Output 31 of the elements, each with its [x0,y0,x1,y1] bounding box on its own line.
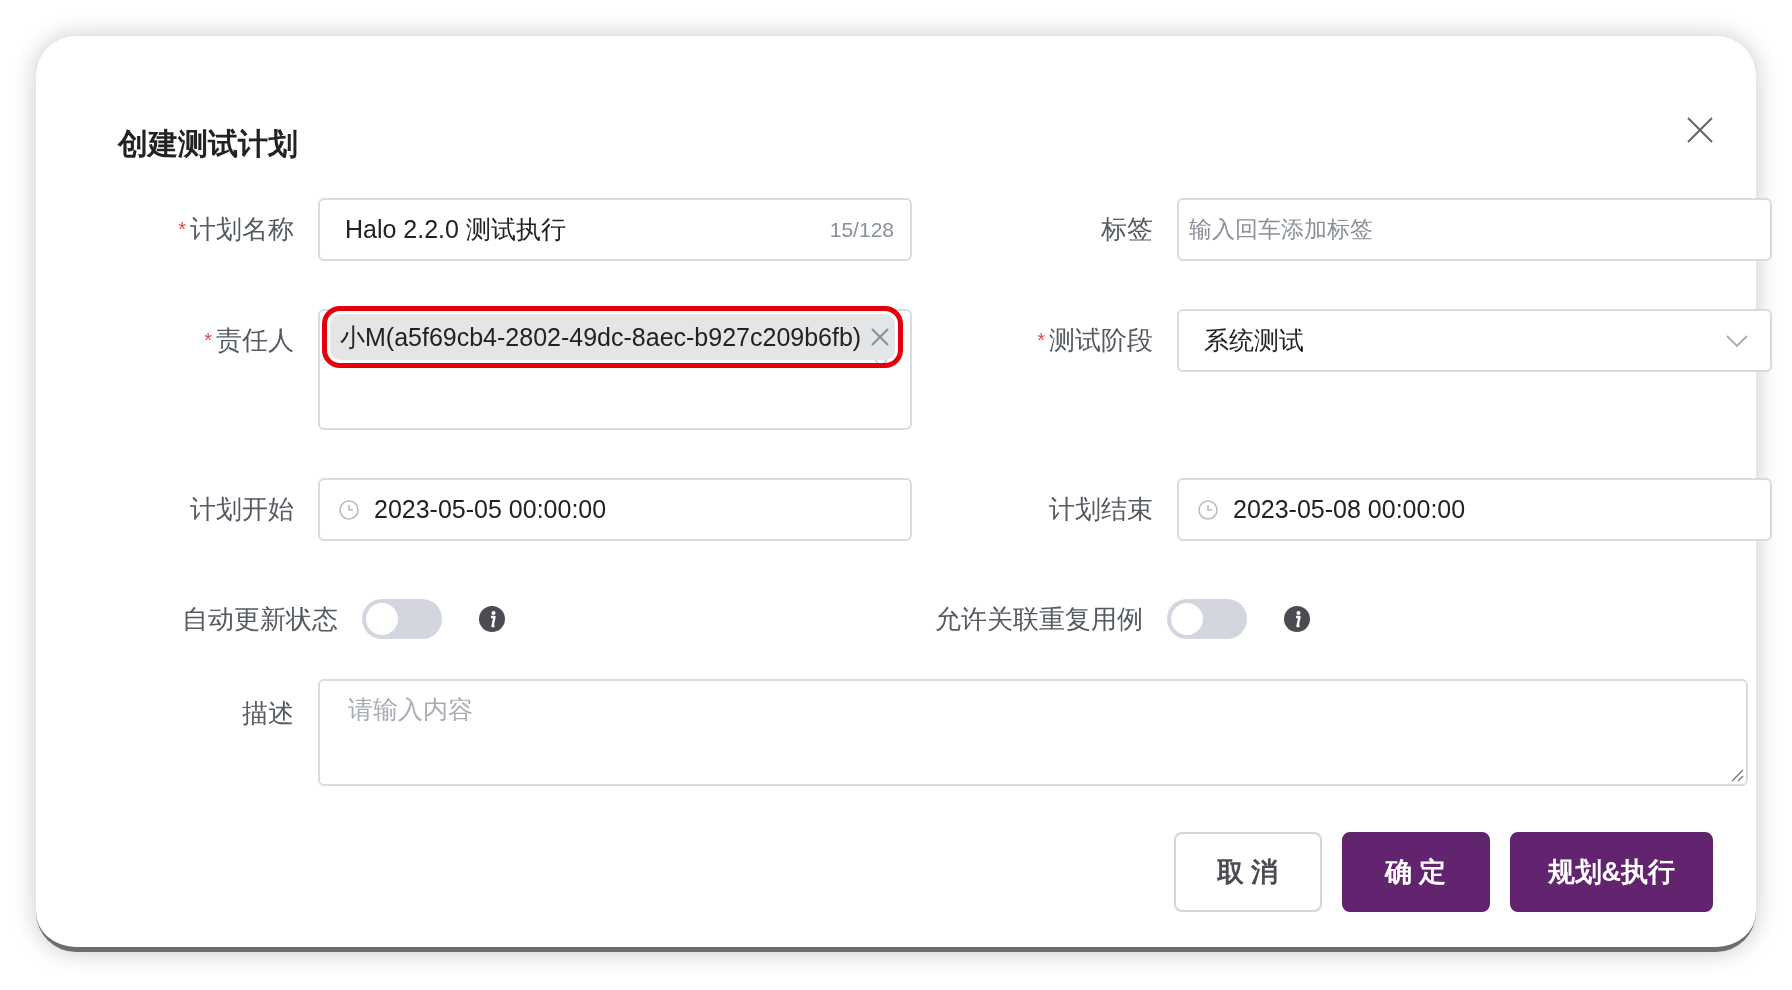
info-icon[interactable] [478,605,506,633]
field-label: 计划名称 [190,213,294,246]
char-counter: 15/128 [829,217,894,242]
switch-label: 允许关联重复用例 [934,602,1143,636]
field-label: 计划开始 [190,493,294,526]
field-label: 计划结束 [1049,493,1153,526]
confirm-button[interactable]: 确 定 [1341,832,1490,912]
date-field[interactable]: 2023-05-08 00:00:00 [1177,478,1772,541]
switch-label: 自动更新状态 [181,602,338,636]
field-label: 标签 [1101,213,1153,246]
cancel-button[interactable]: 取 消 [1173,832,1322,912]
resize-grip-icon[interactable] [1730,768,1744,782]
required-mark: * [1037,328,1045,353]
clock-icon [338,498,360,521]
dialog-title: 创建测试计划 [118,126,298,162]
close-icon[interactable] [869,326,892,348]
toggle-switch[interactable] [1167,599,1247,639]
field-label: 描述 [241,697,294,730]
field-label: 测试阶段 [1049,324,1153,357]
required-mark: * [204,328,212,353]
info-icon[interactable] [1283,605,1311,633]
tag-text: 小M(a5f69cb4-2802-49dc-8aec-b927c209b6fb) [340,321,862,353]
confirm-button[interactable]: 规划&执行 [1509,832,1713,912]
field-label: 责任人 [216,324,294,357]
clock-icon [1197,498,1219,521]
text-field[interactable]: Halo 2.2.0 测试执行 15/128 [318,198,912,261]
required-mark: * [178,217,186,242]
close-icon[interactable] [1687,117,1713,143]
toggle-switch[interactable] [362,599,442,639]
select-field[interactable]: 系统测试 [1177,309,1772,372]
date-field[interactable]: 2023-05-05 00:00:00 [318,478,912,541]
